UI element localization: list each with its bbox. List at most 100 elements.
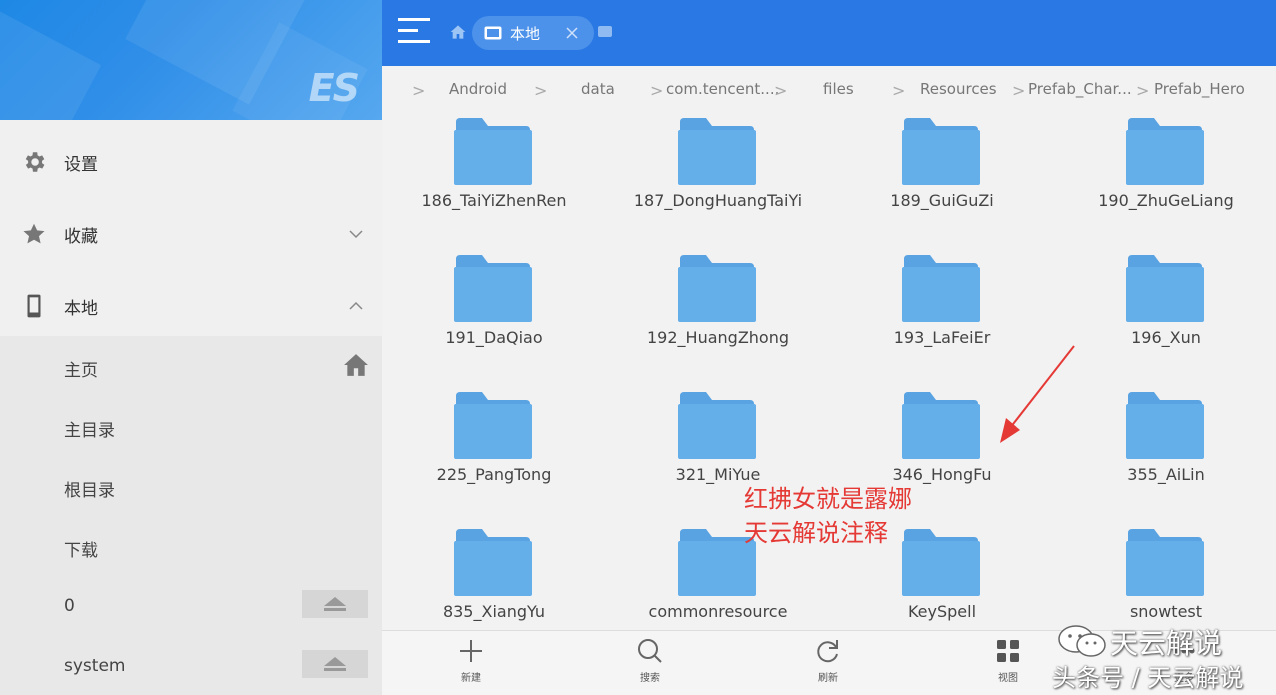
wechat-icon [1058,625,1106,657]
folder-name: snowtest [1129,602,1203,621]
folder-item[interactable]: 192_HuangZhong [606,251,830,388]
sub-item-label: 下载 [64,541,98,561]
folder-item[interactable]: 186_TaiYiZhenRen [382,114,606,251]
crumb-prefab-hero[interactable]: Prefab_Hero [1154,80,1245,98]
menu-icon[interactable] [398,18,430,48]
sub-item-storage-0[interactable]: 0 [0,576,382,636]
home-icon[interactable] [343,353,369,377]
folder-name: KeySpell [907,602,977,621]
local-sub-list: 主页 主目录 根目录 下载 0 system [0,336,382,695]
sidebar-header: ES [0,0,382,120]
grid-view-icon [997,640,1019,662]
chevron-right-icon: > [412,81,426,100]
crumb-com-tencent[interactable]: com.tencent.... [666,80,779,98]
folder-name: 191_DaQiao [445,328,543,347]
eject-button[interactable] [302,590,368,618]
folder-name: 225_PangTong [436,465,552,484]
menu-item-local[interactable]: 本地 [0,270,382,342]
folder-icon [1126,529,1204,596]
folder-icon [902,529,980,596]
new-window-icon[interactable] [598,26,612,37]
folder-name: 187_DongHuangTaiYi [633,191,803,210]
annotation-text: 红拂女就是露娜 天云解说注释 [744,482,912,550]
sub-item-label: 根目录 [64,481,115,501]
menu-label-favorites: 收藏 [64,226,98,247]
folder-icon [454,118,532,185]
chevron-right-icon: > [1012,81,1026,100]
crumb-resources[interactable]: Resources [920,80,997,98]
folder-icon [1126,118,1204,185]
toolbar-label: 新建 [461,673,481,684]
phone-icon [20,292,48,320]
chevron-right-icon: > [650,81,664,100]
folder-item[interactable]: 225_PangTong [382,388,606,525]
folder-name: 189_GuiGuZi [890,191,994,210]
folder-name: 186_TaiYiZhenRen [421,191,567,210]
annotation-line: 红拂女就是露娜 [744,485,912,513]
folder-name: 192_HuangZhong [647,328,789,347]
gear-icon [20,148,48,176]
folder-item[interactable]: snowtest [1054,525,1276,630]
close-icon[interactable] [564,25,580,41]
tab-label: 本地 [510,25,541,43]
tablet-icon [484,26,502,40]
menu-label-settings: 设置 [64,154,98,175]
sub-item-home[interactable]: 主页 [0,336,382,396]
chevron-right-icon: > [774,81,788,100]
folder-icon [454,255,532,322]
folder-name: 355_AiLin [1127,465,1205,484]
folder-item[interactable]: 196_Xun [1054,251,1276,388]
folder-name: 196_Xun [1131,328,1201,347]
top-bar: 本地 [382,0,1276,66]
plus-icon [460,640,482,662]
refresh-button[interactable]: 刷新 [798,637,858,684]
view-button[interactable]: 视图 [978,637,1038,684]
folder-item[interactable]: 187_DongHuangTaiYi [606,114,830,251]
es-logo: ES [308,66,360,110]
sub-item-download[interactable]: 下载 [0,516,382,576]
folder-item[interactable]: 835_XiangYu [382,525,606,630]
chevron-up-icon[interactable] [348,298,364,314]
watermark-line: 头条号 / 天云解说 [1052,664,1244,692]
tab-local[interactable]: 本地 [472,16,594,50]
menu-item-settings[interactable]: 设置 [0,126,382,198]
chevron-down-icon[interactable] [348,226,364,242]
toolbar-label: 搜索 [640,673,660,684]
folder-grid: 186_TaiYiZhenRen 187_DongHuangTaiYi 189_Gu… [382,114,1276,630]
search-icon [638,639,662,663]
folder-item[interactable]: 355_AiLin [1054,388,1276,525]
refresh-icon [817,640,838,663]
crumb-android[interactable]: Android [449,80,507,98]
toolbar-label: 刷新 [818,673,838,684]
chevron-right-icon: > [1136,81,1150,100]
folder-item[interactable]: 189_GuiGuZi [830,114,1054,251]
folder-item[interactable]: 190_ZhuGeLiang [1054,114,1276,251]
sub-item-system[interactable]: system [0,636,382,695]
breadcrumb: > Android > data > com.tencent.... > fil… [382,66,1276,114]
toolbar-label: 视图 [998,673,1018,684]
new-button[interactable]: 新建 [441,637,501,684]
folder-item[interactable]: 191_DaQiao [382,251,606,388]
eject-button[interactable] [302,650,368,678]
folder-icon [902,255,980,322]
chevron-right-icon: > [892,81,906,100]
crumb-prefab-char[interactable]: Prefab_Char... [1028,80,1132,98]
menu-item-favorites[interactable]: 收藏 [0,198,382,270]
folder-icon [454,392,532,459]
annotation-line: 天云解说注释 [744,519,888,547]
sub-item-root-directory[interactable]: 根目录 [0,456,382,516]
folder-icon [1126,392,1204,459]
folder-name: 190_ZhuGeLiang [1098,191,1234,210]
folder-icon [1126,255,1204,322]
eject-icon [324,657,346,671]
watermark: 天云解说 头条号 / 天云解说 [1052,620,1272,692]
menu-label-local: 本地 [64,298,98,319]
chevron-right-icon: > [534,81,548,100]
home-icon[interactable] [450,24,466,40]
folder-icon [902,118,980,185]
sub-item-main-directory[interactable]: 主目录 [0,396,382,456]
search-button[interactable]: 搜索 [620,637,680,684]
crumb-data[interactable]: data [581,80,615,98]
crumb-files[interactable]: files [823,80,854,98]
folder-icon [678,118,756,185]
